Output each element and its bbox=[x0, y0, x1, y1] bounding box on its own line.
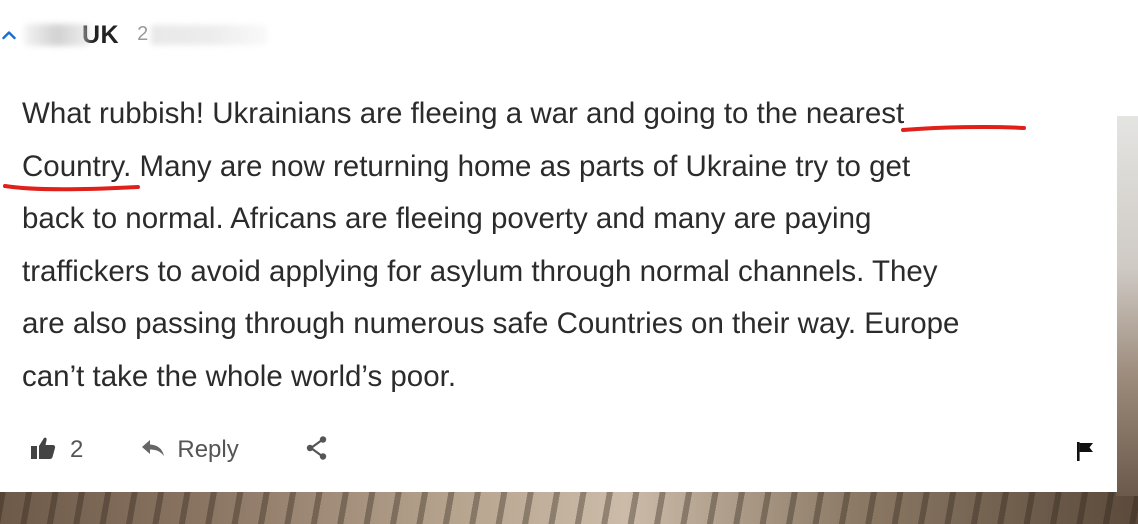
thumbs-up-icon bbox=[30, 436, 56, 465]
redacted-timestamp-blur bbox=[151, 25, 268, 45]
reply-label: Reply bbox=[177, 436, 239, 463]
reply-arrow-icon bbox=[141, 438, 165, 463]
comment-text: What rubbish! Ukrainians are fleeing a w… bbox=[22, 88, 1102, 403]
comment-line: back to normal. Africans are fleeing pov… bbox=[22, 202, 872, 235]
like-button[interactable]: 2 bbox=[30, 436, 83, 465]
background-photo bbox=[0, 490, 1138, 524]
share-button[interactable] bbox=[305, 435, 329, 466]
comment-line: Country. Many are now returning home as … bbox=[22, 149, 911, 183]
chevron-up-icon[interactable] bbox=[0, 24, 20, 46]
background-photo-edge bbox=[1116, 116, 1138, 496]
comment-line: What rubbish! Ukrainians are fleeing a w… bbox=[22, 97, 905, 130]
comment-actions: 2 Reply bbox=[30, 430, 329, 470]
comment-line: traffickers to avoid applying for asylum… bbox=[22, 254, 938, 288]
comment-card: UK 2 What rubbish! Ukrainians are fleein… bbox=[0, 0, 1117, 492]
comment-header: UK 2 bbox=[0, 18, 268, 52]
share-icon bbox=[305, 435, 329, 466]
timestamp-text: 2 bbox=[137, 23, 149, 45]
redacted-username-blur bbox=[24, 24, 90, 46]
flag-icon bbox=[1074, 442, 1096, 466]
flag-button[interactable] bbox=[1074, 440, 1096, 462]
comment-line: are also passing through numerous safe C… bbox=[22, 307, 960, 340]
like-count: 2 bbox=[70, 436, 84, 463]
reply-button[interactable]: Reply bbox=[141, 436, 239, 464]
comment-line: can’t take the whole world’s poor. bbox=[22, 359, 457, 393]
comment-timestamp: 2 bbox=[137, 23, 268, 47]
card-edge bbox=[1117, 0, 1138, 116]
